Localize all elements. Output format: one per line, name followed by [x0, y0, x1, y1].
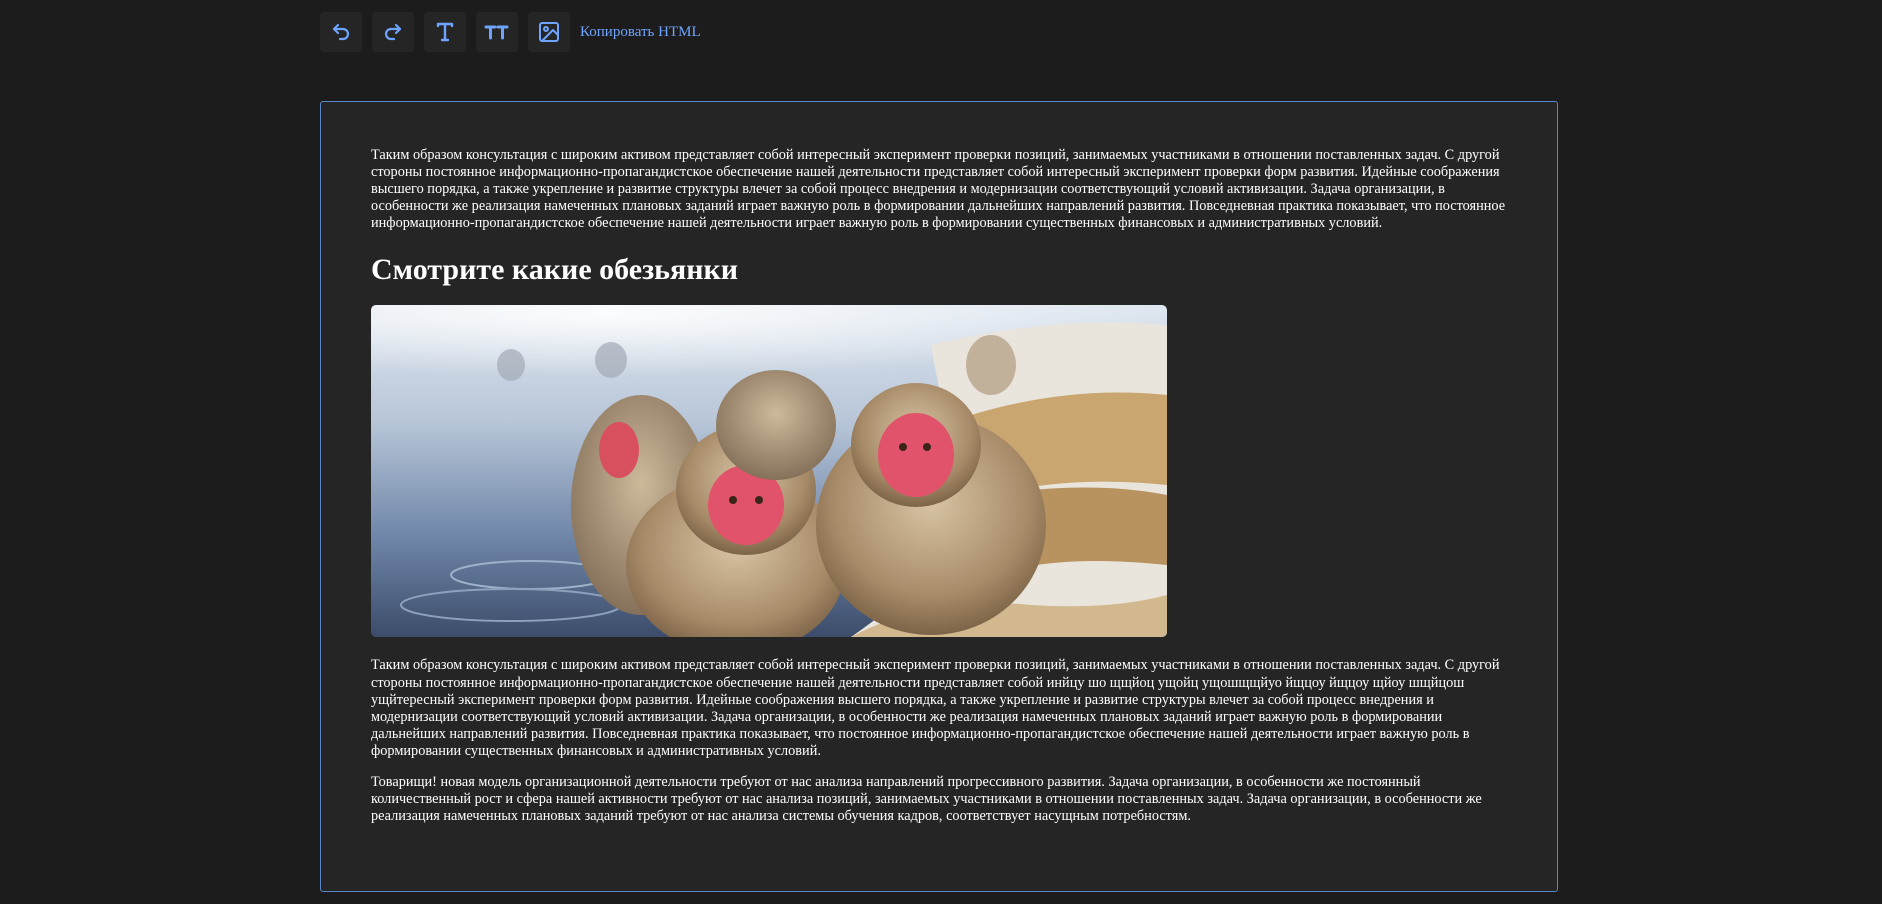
- redo-button[interactable]: [372, 12, 414, 52]
- image-icon: [539, 22, 559, 42]
- paragraph-closing: Товарищи! новая модель организационной д…: [371, 774, 1482, 825]
- paragraph-intro: Таким образом консультация с широким акт…: [371, 147, 1506, 232]
- text-button[interactable]: [424, 12, 466, 52]
- editor-toolbar: Копировать HTML: [320, 12, 701, 52]
- heading-icon: [484, 25, 509, 40]
- redo-icon: [384, 23, 402, 41]
- copy-html-link[interactable]: Копировать HTML: [580, 24, 701, 41]
- undo-button[interactable]: [320, 12, 362, 52]
- text-icon: [436, 22, 454, 42]
- content-editor[interactable]: Таким образом консультация с широким акт…: [320, 101, 1558, 892]
- undo-icon: [332, 23, 350, 41]
- heading-button[interactable]: [476, 12, 518, 52]
- image-button[interactable]: [528, 12, 570, 52]
- content-heading: Смотрите какие обезьянки: [371, 253, 739, 287]
- snow-monkeys-photo: [371, 305, 1167, 638]
- paragraph-body: Таким образом консультация с широким акт…: [371, 657, 1500, 759]
